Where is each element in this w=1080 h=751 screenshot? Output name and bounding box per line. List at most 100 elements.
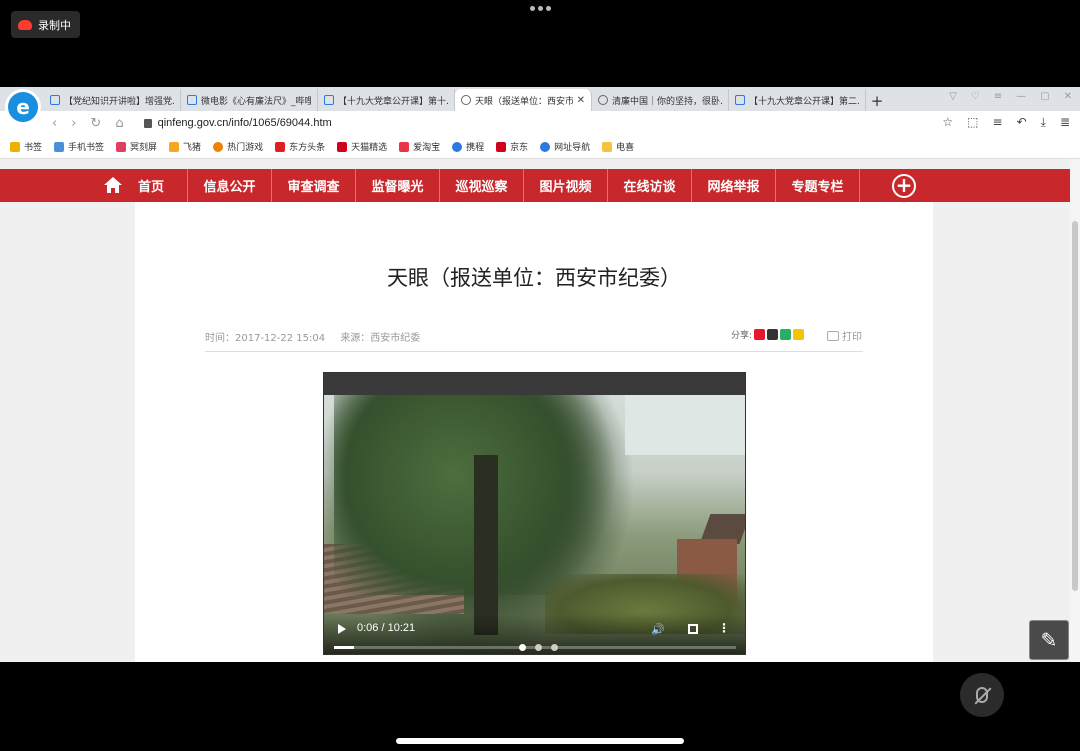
mic-off-icon bbox=[976, 687, 988, 703]
bookmark-icon bbox=[399, 141, 410, 152]
multitask-dots-icon[interactable] bbox=[530, 6, 551, 11]
qq-icon[interactable] bbox=[767, 329, 779, 340]
bookmark-item[interactable]: 京东 bbox=[496, 140, 528, 153]
bookmark-item[interactable]: 飞猪 bbox=[169, 140, 201, 153]
recording-label: 录制中 bbox=[38, 18, 71, 32]
url-field[interactable]: qinfeng.gov.cn/info/1065/69044.htm bbox=[143, 117, 332, 129]
home-icon[interactable]: ⌂ bbox=[115, 116, 123, 131]
tab-title: 清廉中国｜你的坚持，很卧… bbox=[612, 96, 722, 107]
video-scene bbox=[474, 455, 498, 635]
nav-item-report[interactable]: 网络举报 bbox=[692, 169, 776, 202]
article-container: 天眼（报送单位：西安市纪委） 时间：2017-12-22 15:04 来源：西安… bbox=[135, 202, 933, 662]
minimize-icon[interactable]: — bbox=[1016, 91, 1026, 102]
edit-button[interactable]: ✎ bbox=[1029, 620, 1069, 660]
mic-mute-button[interactable] bbox=[960, 673, 1004, 717]
forward-icon[interactable]: › bbox=[71, 116, 76, 131]
video-frame[interactable]: 0:06 / 10:21 🔊 ⋮ bbox=[324, 395, 745, 654]
wechat-icon[interactable] bbox=[780, 329, 792, 340]
nav-item-inspection[interactable]: 巡视巡察 bbox=[440, 169, 524, 202]
browser-window: e 【党纪知识开讲啦】增强党… 微电影《心有廉法尺》_哔哩… 【十九大党章公开课… bbox=[0, 87, 1080, 662]
bookmark-item[interactable]: 携程 bbox=[452, 140, 484, 153]
nav-item-review[interactable]: 审查调查 bbox=[272, 169, 356, 202]
back-icon[interactable]: ‹ bbox=[52, 116, 57, 131]
bookmark-item[interactable]: 东方头条 bbox=[275, 140, 325, 153]
bookmarks-bar: 书签 手机书签 冥刻屏 飞猪 热门游戏 东方头条 天猫精选 爱淘宝 携程 京东 … bbox=[0, 135, 1080, 159]
nav-item-supervision[interactable]: 监督曝光 bbox=[356, 169, 440, 202]
bookmark-item[interactable]: 电喜 bbox=[602, 140, 634, 153]
plus-icon[interactable]: + bbox=[892, 174, 916, 198]
star-icon bbox=[10, 141, 20, 152]
star-icon[interactable]: ☆ bbox=[942, 115, 953, 130]
tab-2[interactable]: 【十九大党章公开课】第十… bbox=[318, 89, 455, 111]
skin-icon[interactable]: ▽ bbox=[949, 91, 957, 102]
browser-logo-icon[interactable]: e bbox=[5, 89, 41, 125]
tab-1[interactable]: 微电影《心有廉法尺》_哔哩… bbox=[181, 89, 318, 111]
video-header bbox=[324, 373, 745, 395]
tab-title: 【党纪知识开讲啦】增强党… bbox=[64, 96, 174, 107]
bookmark-item[interactable]: 书签 bbox=[10, 140, 42, 153]
tablet-screen: 录制中 e 【党纪知识开讲啦】增强党… 微电影《心有廉法尺》_哔哩… 【十九大党… bbox=[0, 0, 1080, 751]
download-icon[interactable]: ⤓ bbox=[1041, 115, 1046, 130]
article-meta: 时间：2017-12-22 15:04 来源：西安市纪委 bbox=[205, 329, 432, 344]
undo-icon[interactable]: ↶ bbox=[1017, 115, 1027, 130]
bookmark-label: 手机书签 bbox=[68, 143, 105, 153]
tab-title: 【十九大党章公开课】第二… bbox=[749, 96, 859, 107]
video-progress-bar[interactable] bbox=[334, 644, 736, 651]
nav-item-video[interactable]: 图片视频 bbox=[524, 169, 608, 202]
video-player[interactable]: 0:06 / 10:21 🔊 ⋮ bbox=[323, 372, 746, 655]
extensions-icon[interactable]: ⬚ bbox=[967, 115, 978, 130]
globe-icon bbox=[461, 95, 471, 105]
home-indicator[interactable] bbox=[396, 738, 684, 744]
bookmark-item[interactable]: 网址导航 bbox=[540, 140, 590, 153]
menu-icon[interactable]: ≡ bbox=[994, 91, 1002, 102]
nav-item-interview[interactable]: 在线访谈 bbox=[608, 169, 692, 202]
new-tab-button[interactable]: + bbox=[866, 91, 888, 111]
bookmark-icon bbox=[116, 141, 127, 152]
heart-icon[interactable]: ♡ bbox=[971, 91, 980, 102]
video-controls: 0:06 / 10:21 🔊 ⋮ bbox=[324, 614, 745, 654]
print-button[interactable]: 打印 bbox=[827, 328, 862, 343]
nav-item-info[interactable]: 信息公开 bbox=[188, 169, 272, 202]
article-title: 天眼（报送单位：西安市纪委） bbox=[387, 266, 681, 290]
tv-icon bbox=[187, 95, 197, 105]
print-label: 打印 bbox=[842, 332, 862, 343]
bookmark-item[interactable]: 爱淘宝 bbox=[399, 140, 440, 153]
home-icon[interactable] bbox=[104, 177, 122, 193]
nav-item-topics[interactable]: 专题专栏 bbox=[776, 169, 860, 202]
tab-5[interactable]: 【十九大党章公开课】第二… bbox=[729, 89, 866, 111]
bookmark-item[interactable]: 手机书签 bbox=[54, 140, 104, 153]
article-source: 来源：西安市纪委 bbox=[340, 333, 421, 344]
maximize-icon[interactable]: ▢ bbox=[1040, 91, 1049, 102]
reading-list-icon[interactable]: ≡ bbox=[993, 115, 1003, 130]
reload-icon[interactable]: ↻ bbox=[90, 116, 101, 131]
url-text: qinfeng.gov.cn/info/1065/69044.htm bbox=[157, 117, 332, 129]
web-page: 首页 信息公开 审查调查 监督曝光 巡视巡察 图片视频 在线访谈 网络举报 专题… bbox=[0, 159, 1080, 662]
scrub-handle[interactable] bbox=[519, 644, 526, 651]
qzone-icon[interactable] bbox=[793, 329, 805, 340]
settings-icon[interactable]: ≣ bbox=[1060, 115, 1070, 130]
play-icon[interactable] bbox=[338, 624, 346, 634]
tab-title: 微电影《心有廉法尺》_哔哩… bbox=[201, 96, 311, 107]
address-bar: ‹ › ↻ ⌂ qinfeng.gov.cn/info/1065/69044.h… bbox=[0, 111, 1080, 135]
bookmark-label: 网址导航 bbox=[554, 143, 591, 153]
bookmark-icon bbox=[496, 141, 507, 152]
tab-4[interactable]: 清廉中国｜你的坚持，很卧… bbox=[592, 89, 729, 111]
article-time: 时间：2017-12-22 15:04 bbox=[205, 333, 326, 344]
recording-indicator[interactable]: 录制中 bbox=[11, 11, 80, 38]
bookmark-icon bbox=[337, 141, 348, 152]
weibo-icon[interactable] bbox=[754, 329, 766, 340]
bookmark-item[interactable]: 热门游戏 bbox=[213, 140, 263, 153]
tab-3-active[interactable]: 天眼（报送单位：西安市… ✕ bbox=[455, 89, 592, 111]
bookmark-item[interactable]: 冥刻屏 bbox=[116, 140, 157, 153]
scroll-thumb[interactable] bbox=[1072, 221, 1078, 591]
tv-icon bbox=[50, 95, 60, 105]
more-options-icon[interactable]: ⋮ bbox=[718, 621, 730, 635]
tab-0[interactable]: 【党纪知识开讲啦】增强党… bbox=[44, 89, 181, 111]
close-window-icon[interactable]: ✕ bbox=[1064, 91, 1072, 102]
volume-icon[interactable]: 🔊 bbox=[651, 623, 665, 636]
bookmark-item[interactable]: 天猫精选 bbox=[337, 140, 387, 153]
nav-item-home[interactable]: 首页 bbox=[130, 169, 188, 202]
close-icon[interactable]: ✕ bbox=[577, 95, 585, 106]
fullscreen-icon[interactable] bbox=[688, 624, 698, 634]
page-scrollbar[interactable] bbox=[1070, 159, 1080, 662]
